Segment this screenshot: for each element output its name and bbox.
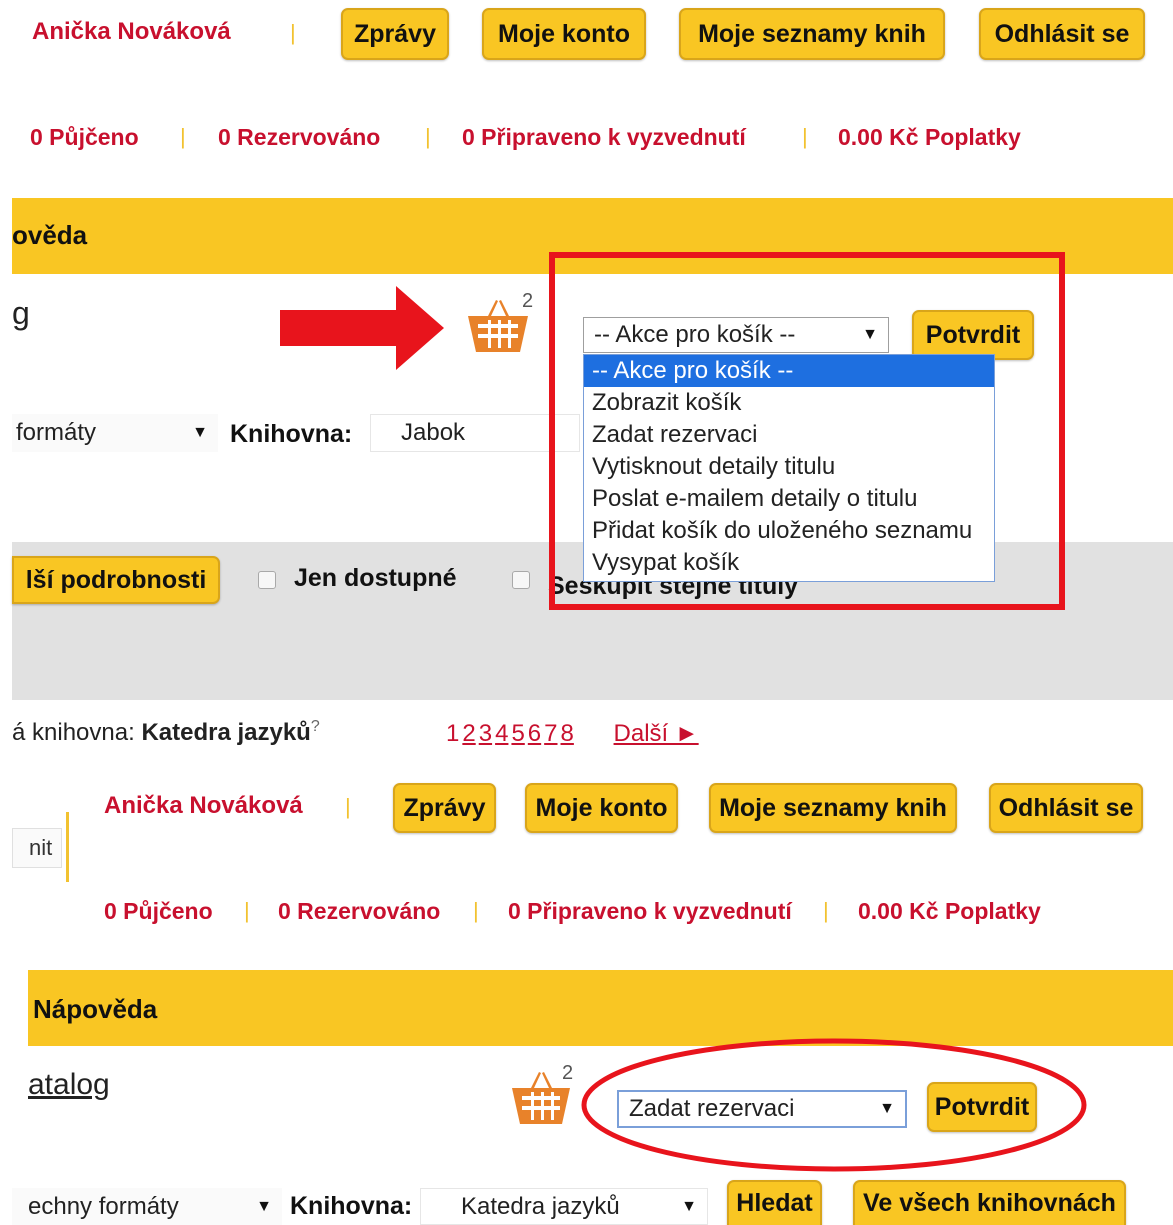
help-band bbox=[28, 970, 1173, 1046]
separator: | bbox=[290, 20, 296, 45]
highlight-ellipse bbox=[581, 1038, 1087, 1172]
help-link[interactable]: Nápověda bbox=[33, 994, 157, 1025]
library-select-value: Jabok bbox=[401, 419, 466, 446]
library-label: Knihovna: bbox=[230, 420, 353, 448]
separator: | bbox=[473, 898, 479, 923]
messages-button[interactable]: Zprávy bbox=[393, 783, 496, 833]
divider bbox=[66, 812, 69, 882]
page-link[interactable]: 2 bbox=[462, 720, 475, 747]
only-available-label: Jen dostupné bbox=[294, 564, 457, 592]
current-library-value: Katedra jazyků bbox=[141, 719, 311, 746]
separator: | bbox=[425, 124, 431, 149]
catalog-link-fragment[interactable]: g bbox=[12, 295, 30, 332]
current-library-label: á knihovna: bbox=[12, 719, 135, 746]
help-mark[interactable]: ? bbox=[311, 718, 320, 735]
my-book-lists-button[interactable]: Moje seznamy knih bbox=[679, 8, 945, 60]
user-name[interactable]: Anička Nováková bbox=[32, 18, 231, 46]
logout-button[interactable]: Odhlásit se bbox=[989, 783, 1143, 833]
page-current: 1 bbox=[446, 720, 460, 747]
format-select[interactable]: echny formáty ▼ bbox=[12, 1188, 282, 1225]
page-link[interactable]: 5 bbox=[511, 720, 524, 747]
only-available-checkbox[interactable] bbox=[258, 571, 276, 589]
cart-count: 2 bbox=[522, 290, 534, 312]
ready-for-pickup-count[interactable]: 0 Připraveno k vyzvednutí bbox=[508, 898, 792, 925]
separator: | bbox=[244, 898, 250, 923]
page-link[interactable]: 7 bbox=[544, 720, 557, 747]
chevron-down-icon: ▼ bbox=[256, 1197, 272, 1215]
messages-button[interactable]: Zprávy bbox=[341, 8, 449, 60]
page-link[interactable]: 8 bbox=[561, 720, 574, 747]
separator: | bbox=[345, 794, 351, 819]
partial-button[interactable]: nit bbox=[12, 828, 62, 868]
user-name[interactable]: Anička Nováková bbox=[104, 792, 303, 820]
library-select-value: Katedra jazyků bbox=[461, 1192, 620, 1220]
logout-button[interactable]: Odhlásit se bbox=[979, 8, 1145, 60]
my-book-lists-button[interactable]: Moje seznamy knih bbox=[709, 783, 957, 833]
borrowed-count[interactable]: 0 Půjčeno bbox=[104, 898, 213, 925]
all-libraries-button[interactable]: Ve všech knihovnách bbox=[853, 1180, 1126, 1225]
page-link[interactable]: 3 bbox=[479, 720, 492, 747]
ready-for-pickup-count[interactable]: 0 Připraveno k vyzvednutí bbox=[462, 124, 746, 151]
separator: | bbox=[802, 124, 808, 149]
chevron-down-icon: ▼ bbox=[192, 424, 208, 441]
fees-amount[interactable]: 0.00 Kč Poplatky bbox=[858, 898, 1041, 925]
separator: | bbox=[180, 124, 186, 149]
library-select[interactable]: Katedra jazyků ▼ bbox=[420, 1188, 708, 1225]
separator: | bbox=[823, 898, 829, 923]
more-details-button[interactable]: lší podrobnosti bbox=[12, 556, 220, 604]
pagination: 12345678 Další ► bbox=[446, 720, 702, 748]
reserved-count[interactable]: 0 Rezervováno bbox=[218, 124, 380, 151]
current-library: á knihovna: Katedra jazyků? bbox=[12, 718, 320, 747]
format-select-value: echny formáty bbox=[28, 1192, 179, 1220]
chevron-down-icon: ▼ bbox=[681, 1197, 697, 1215]
next-page-link[interactable]: Další ► bbox=[614, 720, 699, 747]
fees-amount[interactable]: 0.00 Kč Poplatky bbox=[838, 124, 1021, 151]
search-button[interactable]: Hledat bbox=[727, 1180, 822, 1225]
page-link[interactable]: 4 bbox=[495, 720, 508, 747]
basket-icon[interactable] bbox=[466, 294, 530, 356]
format-select-value: formáty bbox=[16, 419, 97, 446]
my-account-button[interactable]: Moje konto bbox=[482, 8, 646, 60]
catalog-link[interactable]: atalog bbox=[28, 1068, 110, 1102]
cart-count: 2 bbox=[562, 1062, 574, 1084]
my-account-button[interactable]: Moje konto bbox=[525, 783, 678, 833]
help-link[interactable]: ověda bbox=[12, 220, 87, 251]
library-label: Knihovna: bbox=[290, 1192, 413, 1220]
reserved-count[interactable]: 0 Rezervováno bbox=[278, 898, 440, 925]
group-titles-checkbox[interactable] bbox=[512, 571, 530, 589]
page-link[interactable]: 6 bbox=[528, 720, 541, 747]
format-select[interactable]: formáty ▼ bbox=[12, 414, 218, 452]
borrowed-count[interactable]: 0 Půjčeno bbox=[30, 124, 139, 151]
highlight-rectangle bbox=[549, 252, 1065, 610]
red-arrow-icon bbox=[280, 286, 444, 370]
